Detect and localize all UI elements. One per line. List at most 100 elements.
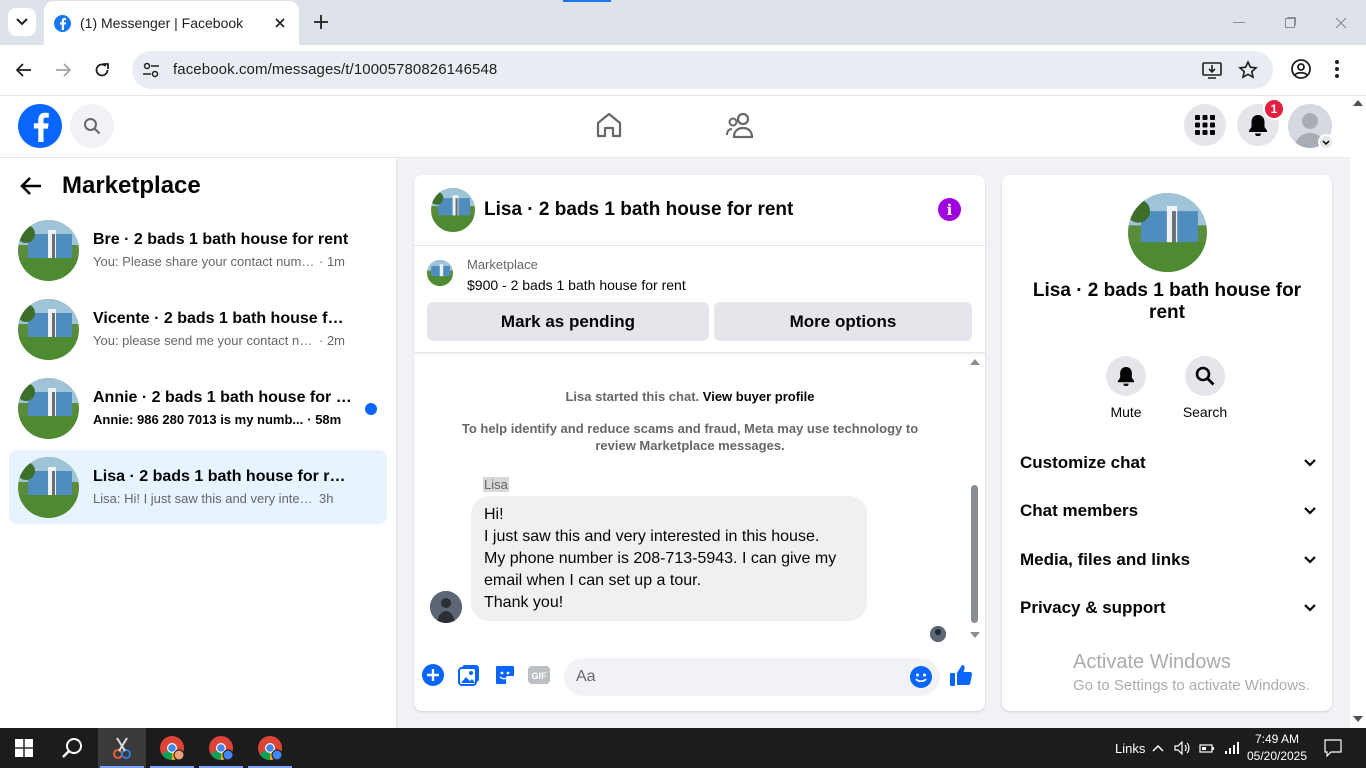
close-window-button[interactable] [1330,12,1352,34]
details-thumbnail[interactable] [1128,193,1207,272]
emoji-icon[interactable] [910,666,932,688]
home-icon[interactable] [595,111,623,139]
message-bubble[interactable]: Hi! I just saw this and very interested … [471,496,867,621]
notification-center-icon [1324,739,1342,757]
search-icon [1195,366,1215,386]
links-toolbar[interactable]: Links [1115,728,1145,768]
taskbar-clock[interactable]: 7:49 AM 05/20/2025 [1245,731,1309,765]
browser-menu-icon[interactable] [1334,58,1340,80]
details-title: Lisa · 2 bads 1 bath house for rent [1032,280,1302,323]
privacy-support-section[interactable]: Privacy & support [1020,593,1316,623]
mute-action[interactable]: Mute [1096,356,1156,420]
back-button[interactable] [11,57,37,83]
bookmark-star-icon[interactable] [1238,60,1258,80]
marketplace-header: Marketplace [20,172,201,200]
conversation-item-annie[interactable]: Annie · 2 bads 1 bath house for r... Ann… [9,371,387,445]
browser-profile-icon[interactable] [1290,58,1312,80]
show-hidden-icons[interactable] [1152,728,1164,768]
mark-as-pending-button[interactable]: Mark as pending [427,302,709,341]
address-bar[interactable]: facebook.com/messages/t/1000578082614654… [132,51,1273,89]
conversation-item-lisa[interactable]: Lisa · 2 bads 1 bath house for rent Lisa… [9,450,387,524]
gif-button[interactable]: GIF [527,663,551,687]
chevron-down-icon [1304,604,1316,612]
page-scrollbar[interactable] [1350,96,1366,728]
more-options-button[interactable]: More options [714,302,972,341]
battery-button[interactable] [1199,728,1215,768]
message-input[interactable]: Aa [564,658,940,696]
search-action[interactable]: Search [1175,356,1235,420]
customize-chat-section[interactable]: Customize chat [1020,448,1316,478]
message-input-placeholder: Aa [576,668,596,685]
action-center-button[interactable] [1324,728,1342,768]
panel-title: Marketplace [62,172,201,199]
taskbar-chrome-2[interactable] [197,728,245,768]
conversation-info-icon[interactable]: i [938,198,961,221]
conversation-time: · 1m [319,254,345,269]
minimize-window-button[interactable] [1228,12,1250,34]
chat-title[interactable]: Lisa · 2 bads 1 bath house for rent [484,199,793,221]
reload-button[interactable] [89,57,115,83]
sender-name: Lisa [483,477,509,492]
scroll-down-icon[interactable] [970,632,980,638]
account-chevron-icon[interactable] [1318,134,1334,150]
sticker-icon [496,666,514,684]
site-info-icon[interactable] [142,61,160,79]
tab-search-button[interactable] [8,8,36,36]
chrome-icon [209,736,234,761]
url-text: facebook.com/messages/t/1000578082614654… [173,61,498,78]
mute-label: Mute [1110,404,1142,420]
maximize-window-button[interactable] [1279,12,1301,34]
taskbar-app-snipping[interactable] [98,728,146,768]
loading-indicator [563,0,611,2]
facebook-header: 1 [0,96,1350,158]
taskbar-chrome-1[interactable] [148,728,196,768]
back-arrow-icon[interactable] [20,177,42,195]
chevron-down-icon [16,18,28,26]
install-app-icon[interactable] [1202,60,1222,80]
network-button[interactable] [1224,728,1240,768]
start-button[interactable] [0,728,48,768]
more-actions-button[interactable] [421,663,445,687]
thread-scrollbar[interactable] [967,355,985,645]
media-files-links-section[interactable]: Media, files and links [1020,545,1316,575]
scrollbar-thumb[interactable] [971,485,978,623]
taskbar-search-button[interactable] [48,728,96,768]
facebook-logo-icon[interactable] [18,104,62,148]
volume-button[interactable] [1174,728,1190,768]
scroll-down-icon[interactable] [1353,716,1363,722]
browser-tab-messenger[interactable]: (1) Messenger | Facebook [44,1,299,45]
sticker-button[interactable] [493,663,517,687]
sender-avatar[interactable] [430,591,462,623]
view-buyer-profile-link[interactable]: View buyer profile [703,389,815,404]
battery-icon [1199,744,1214,753]
arrow-right-icon [56,63,71,77]
conversation-item-bre[interactable]: Bre · 2 bads 1 bath house for rent You: … [9,213,387,287]
menu-grid-button[interactable] [1184,104,1226,146]
scam-notice: To help identify and reduce scams and fr… [461,421,919,453]
section-label: Privacy & support [1020,598,1166,617]
conversation-item-vicente[interactable]: Vicente · 2 bads 1 bath house for r... Y… [9,292,387,366]
message-line: I just saw this and very interested in t… [484,528,820,545]
facebook-search-button[interactable] [70,104,114,148]
send-like-button[interactable] [949,663,973,687]
chat-header-thumbnail[interactable] [431,188,475,232]
bell-icon [1249,115,1267,136]
seen-receipt-avatar [930,626,946,642]
friends-icon[interactable] [726,111,756,139]
wifi-icon [1225,742,1239,754]
scroll-up-icon[interactable] [1353,100,1363,106]
forward-button[interactable] [50,57,76,83]
attach-photo-button[interactable] [457,663,481,687]
house-thumbnail [18,456,79,518]
conversation-preview: Annie: 986 280 7013 is my numb... [93,412,304,427]
scroll-up-icon[interactable] [970,359,980,365]
new-tab-button[interactable] [310,11,332,33]
chat-members-section[interactable]: Chat members [1020,496,1316,526]
arrow-left-icon [16,63,31,77]
listing-thumbnail[interactable] [427,260,453,286]
tab-close-icon[interactable] [271,14,289,32]
taskbar-chrome-3[interactable] [246,728,294,768]
listing-price[interactable]: $900 - 2 bads 1 bath house for rent [467,277,686,293]
chevron-down-icon [1304,556,1316,564]
thumbs-up-icon [950,665,973,686]
